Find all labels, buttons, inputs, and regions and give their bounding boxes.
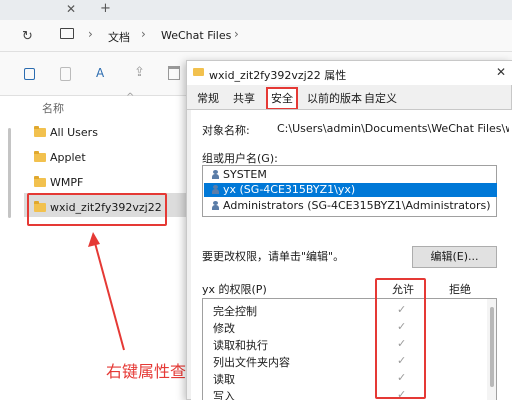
permissions-scrollbar[interactable] (487, 299, 496, 400)
highlight-box-allow (375, 278, 426, 399)
tab-previous-versions[interactable]: 以前的版本 (307, 90, 362, 108)
scroll-thumb[interactable] (490, 307, 494, 387)
permission-modify: 修改 (213, 322, 235, 335)
permission-read: 读取 (213, 373, 235, 386)
folder-icon (193, 68, 204, 76)
tab-general[interactable]: 常规 (197, 90, 219, 108)
group-item-administrators[interactable]: Administrators (SG-4CE315BYZ1\Administra… (204, 199, 497, 213)
user-icon (212, 185, 219, 194)
group-item-yx[interactable]: yx (SG-4CE315BYZ1\yx) (204, 183, 497, 197)
permissions-label: yx 的权限(P) (202, 283, 267, 296)
deny-header: 拒绝 (449, 283, 471, 296)
permissions-table: 完全控制 ✓ 修改 ✓ 读取和执行 ✓ 列出文件夹内容 ✓ 读取 ✓ 写入 ✓ (202, 298, 497, 400)
dialog-title: wxid_zit2fy392vzj22 属性 (209, 69, 347, 82)
properties-dialog: wxid_zit2fy392vzj22 属性 ✕ 常规 共享 安全 以前的版本 … (186, 60, 512, 400)
close-icon[interactable]: ✕ (496, 65, 506, 79)
tab-sharing[interactable]: 共享 (233, 90, 255, 108)
permission-read-execute: 读取和执行 (213, 339, 268, 352)
tab-customize[interactable]: 自定义 (364, 90, 397, 108)
object-name-label: 对象名称: (202, 124, 250, 137)
groups-label: 组或用户名(G): (202, 152, 278, 165)
change-permissions-hint: 要更改权限，请单击"编辑"。 (202, 250, 345, 263)
permission-list-folder: 列出文件夹内容 (213, 356, 290, 369)
tab-security[interactable]: 安全 (266, 87, 298, 110)
permission-write: 写入 (213, 390, 235, 400)
edit-button[interactable]: 编辑(E)... (412, 246, 497, 268)
users-icon (212, 170, 219, 179)
object-name-value: C:\Users\admin\Documents\WeChat Files\wx… (277, 122, 509, 135)
users-icon (212, 201, 219, 210)
groups-listbox[interactable]: SYSTEM yx (SG-4CE315BYZ1\yx) Administrat… (202, 165, 497, 217)
group-item-system[interactable]: SYSTEM (204, 168, 497, 182)
permission-full-control: 完全控制 (213, 305, 257, 318)
